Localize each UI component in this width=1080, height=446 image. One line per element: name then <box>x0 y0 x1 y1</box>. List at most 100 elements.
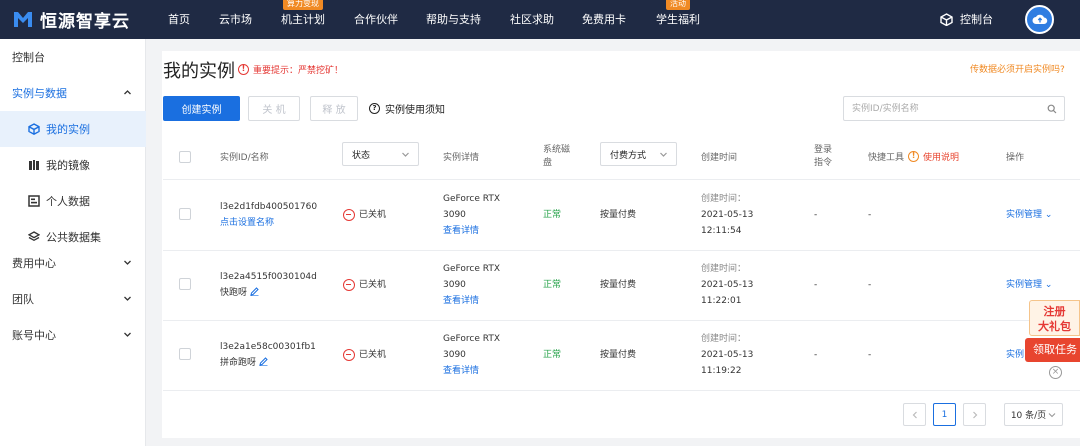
table-header: 实例ID/名称 状态 实例详情 系统磁盘 付费方式 创建时间 登录指令 快捷工具… <box>163 133 1080 180</box>
prev-page-button[interactable] <box>903 403 926 426</box>
sidebar-item-console[interactable]: 控制台 <box>0 39 146 75</box>
cube-icon[interactable] <box>940 13 953 26</box>
instance-name[interactable]: 快跑呀 <box>220 285 317 301</box>
select-all-checkbox[interactable] <box>179 150 191 163</box>
chevron-down-icon <box>124 296 131 301</box>
chevron-right-icon <box>972 411 977 418</box>
chevron-down-icon <box>124 260 131 265</box>
created-label: 创建时间： <box>701 334 747 344</box>
chevron-left-icon <box>912 411 917 418</box>
nav-home[interactable]: 首页 <box>168 0 190 39</box>
row-checkbox[interactable] <box>179 348 191 360</box>
column-header-login: 登录指令 <box>814 144 833 168</box>
nav-market[interactable]: 云市场 <box>219 0 252 39</box>
avatar[interactable] <box>1025 5 1054 34</box>
gpu-model: GeForce RTX 3090 <box>443 264 500 290</box>
instance-id: l3e2d1fdb400501760 <box>220 202 318 212</box>
page-title: 我的实例 <box>163 61 235 82</box>
promo-gift[interactable]: 注册 大礼包 <box>1029 300 1080 336</box>
sidebar-group-instances[interactable]: 实例与数据 <box>0 75 146 111</box>
cloud-upload-icon <box>1032 14 1047 24</box>
quick-tools: - <box>868 280 872 290</box>
chevron-down-icon <box>1048 412 1056 417</box>
sidebar-item-personal-data[interactable]: 个人数据 <box>0 183 146 219</box>
close-icon[interactable]: × <box>1049 366 1062 379</box>
login-command: - <box>814 350 818 360</box>
promo-widget[interactable]: 注册 大礼包 领取任务 <box>1025 300 1080 362</box>
created-time: 11:22:01 <box>701 296 742 306</box>
billing-type: 按量付费 <box>600 280 637 290</box>
page-number-current[interactable]: 1 <box>933 403 956 426</box>
sidebar-group-account[interactable]: 账号中心 <box>0 317 146 353</box>
nav-partners[interactable]: 合作伙伴 <box>354 0 398 39</box>
created-time: 11:19:22 <box>701 366 742 376</box>
tools-help-link[interactable]: 使用说明 <box>923 150 959 163</box>
view-detail-link[interactable]: 查看详情 <box>443 223 513 239</box>
set-name-link[interactable]: 点击设置名称 <box>220 215 317 231</box>
column-header-disk: 系统磁盘 <box>543 144 571 168</box>
status-badge: 已关机 <box>343 347 386 363</box>
billing-type: 按量付费 <box>600 210 637 220</box>
data-icon <box>28 195 40 207</box>
nav-free-card[interactable]: 免费用卡 <box>582 0 626 39</box>
claim-task-button[interactable]: 领取任务 <box>1025 338 1080 362</box>
sidebar-item-my-instances[interactable]: 我的实例 <box>0 111 146 147</box>
brand-logo[interactable]: 恒源智享云 <box>12 7 130 32</box>
column-header-created: 创建时间 <box>701 153 738 163</box>
view-detail-link[interactable]: 查看详情 <box>443 293 513 309</box>
status-filter[interactable]: 状态 <box>342 142 419 166</box>
created-date: 2021-05-13 <box>701 280 754 290</box>
column-header-detail: 实例详情 <box>443 153 480 163</box>
stop-icon <box>343 209 355 221</box>
next-page-button[interactable] <box>963 403 986 426</box>
status-badge: 已关机 <box>343 277 386 293</box>
created-label: 创建时间： <box>701 264 747 274</box>
nav-student[interactable]: 活动 学生福利 <box>656 0 700 39</box>
logo-icon <box>14 12 32 27</box>
instance-manage-dropdown[interactable]: 实例管理 ⌄ <box>1006 207 1052 223</box>
console-link[interactable]: 控制台 <box>960 0 993 39</box>
search-icon[interactable] <box>1047 104 1057 114</box>
shutdown-button[interactable]: 关 机 <box>248 96 300 121</box>
row-checkbox[interactable] <box>179 208 191 220</box>
instance-manage-dropdown[interactable]: 实例管理 ⌄ <box>1006 277 1052 293</box>
sidebar-group-billing[interactable]: 费用中心 <box>0 245 146 281</box>
stop-icon <box>343 349 355 361</box>
nav-help[interactable]: 帮助与支持 <box>426 0 481 39</box>
create-instance-button[interactable]: 创建实例 <box>163 96 240 121</box>
created-date: 2021-05-13 <box>701 350 754 360</box>
table-row: l3e2a4515f0030104d 快跑呀 已关机 GeForce RTX 3… <box>163 251 1080 321</box>
disk-status: 正常 <box>543 210 562 220</box>
chevron-down-icon <box>402 152 409 157</box>
instance-manage-dropdown[interactable]: 实例 <box>1006 347 1024 363</box>
nav-community[interactable]: 社区求助 <box>510 0 554 39</box>
created-date: 2021-05-13 <box>701 210 754 220</box>
quick-tools: - <box>868 350 872 360</box>
row-checkbox[interactable] <box>179 278 191 290</box>
chevron-down-icon: ⌄ <box>1044 210 1053 220</box>
nav-owner-plan[interactable]: 算力变现 机主计划 <box>281 0 325 39</box>
billing-type: 按量付费 <box>600 350 637 360</box>
chevron-down-icon <box>124 332 131 337</box>
chevron-down-icon <box>660 152 667 157</box>
instance-name[interactable]: 拼命跑呀 <box>220 355 316 371</box>
info-icon: ! <box>908 151 920 162</box>
login-command: - <box>814 210 818 220</box>
view-detail-link[interactable]: 查看详情 <box>443 363 513 379</box>
usage-notice-link[interactable]: ? 实例使用须知 <box>369 101 445 116</box>
column-header-id: 实例ID/名称 <box>220 153 269 163</box>
release-button[interactable]: 释 放 <box>310 96 358 121</box>
sidebar-item-my-images[interactable]: 我的镜像 <box>0 147 146 183</box>
status-badge: 已关机 <box>343 207 386 223</box>
search-input[interactable] <box>844 97 1034 120</box>
table-row: l3e2a1e58c00301fb1 拼命跑呀 已关机 GeForce RTX … <box>163 321 1080 391</box>
edit-icon[interactable] <box>259 357 268 366</box>
page-size-select[interactable]: 10 条/页 <box>1004 403 1063 426</box>
billing-filter[interactable]: 付费方式 <box>600 142 677 166</box>
brand-name: 恒源智享云 <box>40 11 130 32</box>
alert-icon: ! <box>238 64 249 75</box>
nav-badge: 活动 <box>666 0 690 10</box>
edit-icon[interactable] <box>250 287 259 296</box>
sidebar-group-team[interactable]: 团队 <box>0 281 146 317</box>
upload-help-link[interactable]: 传数据必须开启实例吗? <box>970 62 1065 75</box>
